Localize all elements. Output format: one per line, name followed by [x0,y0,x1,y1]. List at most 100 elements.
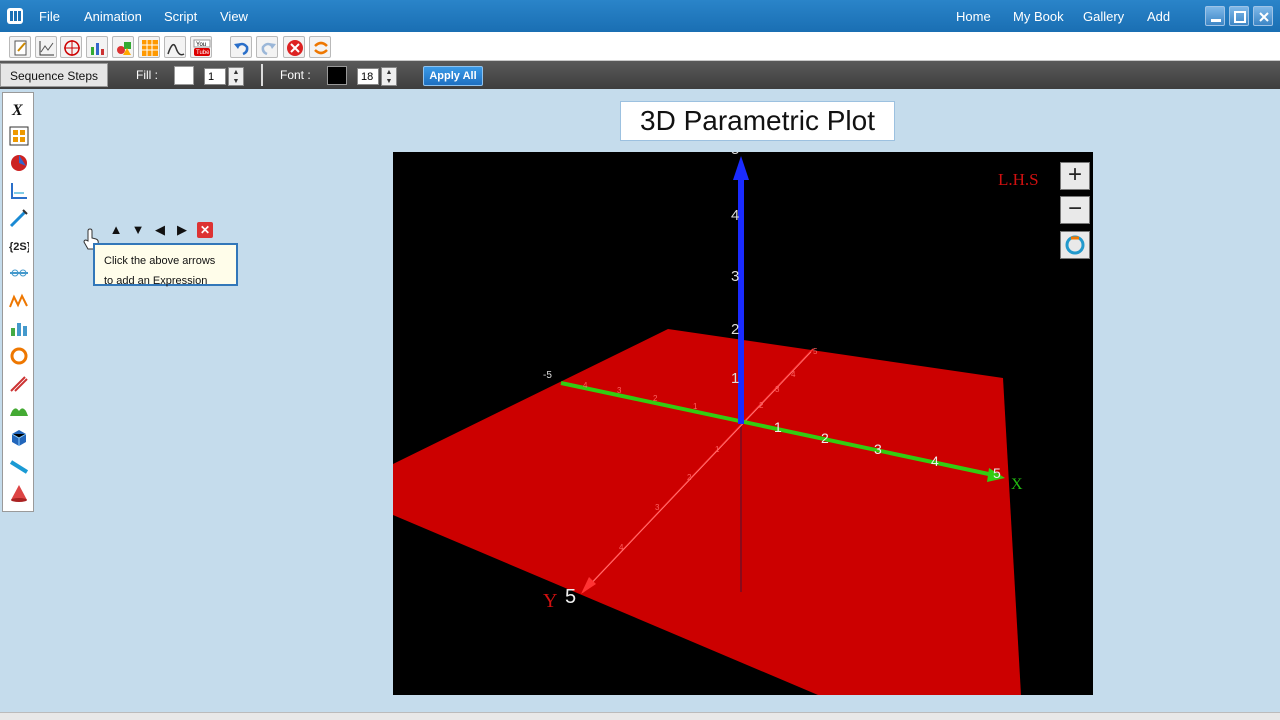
bar-chart-icon[interactable] [7,316,31,340]
hint-tooltip: Click the above arrows to add an Express… [93,243,238,287]
delete-icon[interactable] [283,36,305,58]
sphere-icon[interactable] [7,151,31,175]
plot-canvas[interactable]: 5 4 3 2 4 3 2 1 1 2 3 4 1 2 3 4 5 1 2 3 … [393,152,1093,695]
font-label: Font : [280,68,311,82]
status-bar [0,712,1280,720]
font-size-input[interactable]: 18 [357,68,379,85]
x-axis-label: X [1011,476,1023,493]
cone-icon[interactable] [7,481,31,505]
y-axis-label: Y [543,590,558,612]
close-window-button[interactable] [1253,6,1273,26]
font-size-stepper[interactable]: ▲ ▼ [381,67,397,86]
spline-icon[interactable] [7,261,31,285]
nav-add[interactable]: Add [1147,9,1170,24]
y-minor-tick: 3 [775,385,780,394]
fill-label: Fill : [136,68,158,82]
properties-bar: Sequence Steps Fill : 1 ▲ ▼ Font : 18 ▲ ▼ … [0,61,1280,89]
lhs-label: L.H.S [998,170,1039,189]
pen-icon[interactable] [7,206,31,230]
menu-view[interactable]: View [220,9,248,24]
reset-view-icon [1065,235,1085,255]
hint-line-1: Click the above arrows [104,255,216,267]
graph-icon[interactable] [35,36,57,58]
menu-bar: File Animation Script View Home My Book … [0,0,1280,32]
x-tick-5: 5 [993,465,1001,481]
y-end-label: 5 [565,586,577,608]
y-lower-tick: 3 [655,503,660,512]
z-tick-1: 1 [731,370,740,387]
target-icon[interactable] [60,36,82,58]
menu-script[interactable]: Script [164,9,197,24]
y-lower-tick: 1 [715,445,720,454]
nav-home[interactable]: Home [956,9,991,24]
menu-animation[interactable]: Animation [84,9,142,24]
x-neg-minor-tick: 2 [653,394,658,403]
x-neg-end-label: -5 [543,370,552,381]
sequence-steps-tab[interactable]: Sequence Steps [0,63,108,87]
z-axis-arrowhead [733,156,749,180]
plot-title[interactable]: 3D Parametric Plot [620,101,895,141]
surface-icon[interactable] [7,399,31,423]
x-tick-1: 1 [774,419,782,435]
arrow-left-button[interactable]: ◀ [151,221,169,239]
nav-my-book[interactable]: My Book [1013,9,1064,24]
refresh-icon[interactable] [309,36,331,58]
x-variable-icon[interactable]: X [7,97,31,121]
wave-icon[interactable] [7,289,31,313]
plot-svg: 5 4 3 2 4 3 2 1 1 2 3 4 [393,156,1021,695]
curve-icon[interactable] [164,36,186,58]
axes-icon[interactable] [7,179,31,203]
svg-text:{2S}: {2S} [9,241,29,253]
arrow-right-button[interactable]: ▶ [173,221,191,239]
z-tick-3: 3 [731,268,740,285]
undo-icon[interactable] [230,36,252,58]
close-hint-button[interactable]: ✕ [197,222,213,238]
redo-icon[interactable] [256,36,278,58]
y-minor-tick: 4 [791,370,796,379]
maximize-button[interactable] [1229,6,1249,26]
table-icon[interactable] [138,36,160,58]
vector-icon[interactable] [7,371,31,395]
sequence-icon[interactable]: {2S} [7,234,31,258]
x-neg-minor-tick: 4 [583,381,588,390]
circle-icon[interactable] [7,344,31,368]
fill-color-swatch[interactable] [174,66,194,85]
icon-toolbar: You Tube [0,32,1280,61]
matrix-icon[interactable] [7,124,31,148]
x-neg-minor-tick: 3 [617,386,622,395]
minimize-button[interactable] [1205,6,1225,26]
hint-line-2: to add an Expression [104,275,208,287]
y-lower-tick: 4 [619,543,624,552]
shapes-icon[interactable] [112,36,134,58]
youtube-icon[interactable]: You Tube [190,36,212,58]
nav-gallery[interactable]: Gallery [1083,9,1124,24]
x-tick-4: 4 [931,453,939,469]
apply-all-button[interactable]: Apply All [423,66,483,86]
font-color-swatch[interactable] [327,66,347,85]
left-toolbox: X {2S} [2,92,34,512]
y-minor-tick: 5 [813,347,818,356]
menu-file[interactable]: File [39,9,60,24]
zoom-in-button[interactable]: + [1060,162,1090,190]
zoom-out-button[interactable]: − [1060,196,1090,224]
y-minor-tick: 2 [759,401,764,410]
svg-text:X: X [11,102,23,119]
ruler-icon[interactable] [7,454,31,478]
new-icon[interactable] [9,36,31,58]
x-tick-3: 3 [874,441,882,457]
fill-value-input[interactable]: 1 [204,68,226,85]
z-tick-4: 4 [731,207,740,224]
plane-surface [393,329,1021,695]
arrow-down-button[interactable]: ▼ [129,221,147,239]
reset-view-button[interactable] [1060,231,1090,259]
cube-icon[interactable] [7,426,31,450]
arrow-up-button[interactable]: ▲ [107,221,125,239]
x-neg-minor-tick: 1 [693,402,698,411]
chart-icon[interactable] [86,36,108,58]
app-logo-icon[interactable] [6,7,24,25]
svg-text:Tube: Tube [196,50,210,56]
divider [261,64,263,86]
fill-stepper[interactable]: ▲ ▼ [228,67,244,86]
z-tick-5: 5 [731,152,739,158]
y-lower-tick: 2 [687,473,692,482]
